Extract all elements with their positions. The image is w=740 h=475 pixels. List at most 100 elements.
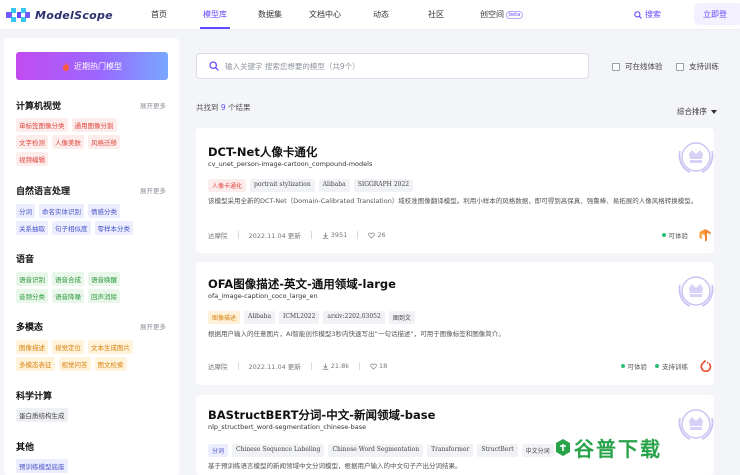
site-watermark: 谷普下载 [555, 433, 662, 462]
nav-docs[interactable]: 文档中心 [309, 9, 341, 20]
model-id: ofa_image-caption_coco_large_en [208, 292, 318, 300]
nav-community[interactable]: 社区 [428, 9, 444, 20]
fire-icon [63, 61, 69, 71]
download-icon [322, 363, 329, 370]
model-tag[interactable]: 中文分词 [521, 444, 554, 457]
model-updated: 2022.11.04 更新 [248, 363, 301, 371]
badge-online-label: 可体验 [627, 363, 648, 371]
model-card[interactable]: OFA图像描述-英文-通用领域-large ofa_image-caption_… [196, 262, 714, 385]
checkbox-box [676, 62, 684, 71]
expand-more-multimodal[interactable]: 展开更多 [140, 321, 166, 331]
tag-audio-classification[interactable]: 音频分类 [16, 289, 48, 303]
badge-online: 可体验 [661, 230, 688, 240]
search-label: 搜索 [645, 10, 661, 19]
category-title-cv: 计算机视觉 [16, 102, 62, 112]
expand-more-cv[interactable]: 展开更多 [140, 100, 166, 110]
model-tag[interactable]: StructBert [477, 444, 518, 457]
model-meta: 达摩院 2022.11.04 更新 3951 26 [208, 230, 386, 240]
divider [357, 231, 359, 239]
hot-models-button[interactable]: 近期热门模型 [16, 52, 168, 80]
model-downloads: 21.8k [330, 362, 350, 370]
tag-zero-shot[interactable]: 零样本分类 [94, 221, 133, 235]
nav-datasets[interactable]: 数据集 [258, 9, 282, 20]
model-task-tag[interactable]: 人像卡通化 [208, 179, 247, 192]
beta-badge: beta [506, 11, 524, 19]
tag-tts[interactable]: 语音合成 [52, 272, 84, 286]
divider [310, 362, 312, 370]
tag-word-segmentation[interactable]: 分词 [16, 204, 35, 218]
category-sidebar: 近期热门模型 计算机视觉 展开更多 单标签图像分类 通用图像分割 文字检测 人像… [4, 38, 179, 475]
model-tag[interactable]: Chinese Sequence Labeling [232, 444, 325, 457]
tag-text-detection[interactable]: 文字检测 [16, 135, 48, 149]
model-tag[interactable]: Alibaba [244, 311, 276, 324]
model-downloads: 3951 [330, 231, 348, 239]
tag-asr[interactable]: 语音识别 [16, 272, 48, 286]
model-author: 达摩院 [208, 363, 228, 371]
result-number: 9 [220, 103, 226, 112]
filter-online-checkbox[interactable]: 可在线体验 [612, 61, 663, 72]
model-likes: 18 [379, 362, 388, 370]
tag-visual-grounding[interactable]: 视觉定位 [52, 340, 84, 354]
model-description: 基于预训练语言模型的新闻领域中文分词模型，根据用户输入的中文句子产出分词结果。 [208, 462, 462, 470]
tag-image-segmentation[interactable]: 通用图像分割 [71, 118, 117, 132]
nav-home[interactable]: 首页 [151, 9, 167, 20]
model-tag[interactable]: SIGGRAPH 2022 [353, 179, 414, 192]
tag-video-editing[interactable]: 视频编辑 [16, 152, 48, 166]
download-icon [322, 232, 329, 239]
tag-vqa[interactable]: 视觉问答 [58, 357, 91, 371]
tag-image-text-retrieval[interactable]: 图文检索 [94, 357, 127, 371]
login-button[interactable]: 立即登 [694, 3, 740, 25]
tag-sentiment[interactable]: 情感分类 [88, 204, 120, 218]
tag-protein-structure[interactable]: 蛋白质结构生成 [16, 408, 68, 422]
tag-relation-extraction[interactable]: 关系抽取 [16, 221, 48, 235]
tag-multimodal-embedding[interactable]: 多模态表征 [16, 357, 55, 371]
nav-models[interactable]: 模型库 [203, 9, 227, 20]
model-tag[interactable]: arxiv:2202.03052 [323, 311, 385, 324]
result-suffix: 个结果 [228, 103, 251, 112]
nav-studio[interactable]: 创空间 beta [480, 9, 524, 20]
watermark-text: 谷普下载 [574, 437, 662, 461]
divider [237, 231, 239, 239]
model-tag[interactable]: Alibaba [318, 179, 350, 192]
checkbox-box [612, 62, 620, 71]
model-title[interactable]: OFA图像描述-英文-通用领域-large [208, 276, 396, 292]
category-title-multimodal: 多模态 [16, 323, 44, 333]
tag-pretrained-base[interactable]: 预训练模型底座 [16, 459, 68, 473]
divider [310, 231, 312, 239]
tag-ner[interactable]: 命名实体识别 [39, 204, 84, 218]
tag-echo-cancel[interactable]: 回声消除 [88, 289, 120, 303]
model-updated: 2022.11.04 更新 [248, 232, 301, 240]
tag-image-caption[interactable]: 图像描述 [16, 340, 48, 354]
modelscope-logo-icon [6, 8, 30, 22]
sort-dropdown[interactable]: 综合排序 [677, 106, 717, 117]
tag-image-classification[interactable]: 单标签图像分类 [16, 118, 68, 132]
model-title[interactable]: DCT-Net人像卡通化 [208, 144, 317, 160]
tag-denoise[interactable]: 语音降噪 [52, 289, 84, 303]
model-id: cv_unet_person-image-cartoon_compound-mo… [208, 160, 373, 168]
model-tag[interactable]: portrait stylization [250, 179, 315, 192]
tag-sentence-similarity[interactable]: 句子相似度 [52, 221, 91, 235]
model-title[interactable]: BAStructBERT分词-中文-新闻领域-base [208, 407, 435, 423]
header-search-button[interactable]: 搜索 [634, 9, 661, 20]
model-tag[interactable]: ICML2022 [279, 311, 320, 324]
model-task-tag[interactable]: 分词 [208, 444, 229, 457]
model-search-input[interactable] [225, 61, 555, 71]
tag-kws[interactable]: 语音唤醒 [88, 272, 120, 286]
filter-train-checkbox[interactable]: 支持训练 [676, 61, 719, 72]
model-tag[interactable]: 图到文 [388, 311, 415, 324]
tag-style-transfer[interactable]: 风格迁移 [88, 135, 120, 149]
badge-train: 支持训练 [655, 361, 688, 371]
model-task-tag[interactable]: 图像描述 [208, 311, 241, 324]
model-crest-icon [678, 409, 714, 440]
heart-icon [370, 363, 377, 370]
search-icon [209, 61, 219, 71]
tag-text-to-image[interactable]: 文本生成图片 [88, 340, 133, 354]
model-tag[interactable]: Transformer [427, 444, 474, 457]
result-prefix: 共找到 [196, 103, 219, 112]
expand-more-nlp[interactable]: 展开更多 [140, 185, 166, 195]
model-tag[interactable]: Chinese Word Segmentation [328, 444, 424, 457]
model-card[interactable]: DCT-Net人像卡通化 cv_unet_person-image-cartoo… [196, 128, 714, 253]
logo[interactable]: ModelScope [6, 7, 113, 23]
nav-news[interactable]: 动态 [373, 9, 389, 20]
tag-skin-retouching[interactable]: 人像美肤 [52, 135, 84, 149]
